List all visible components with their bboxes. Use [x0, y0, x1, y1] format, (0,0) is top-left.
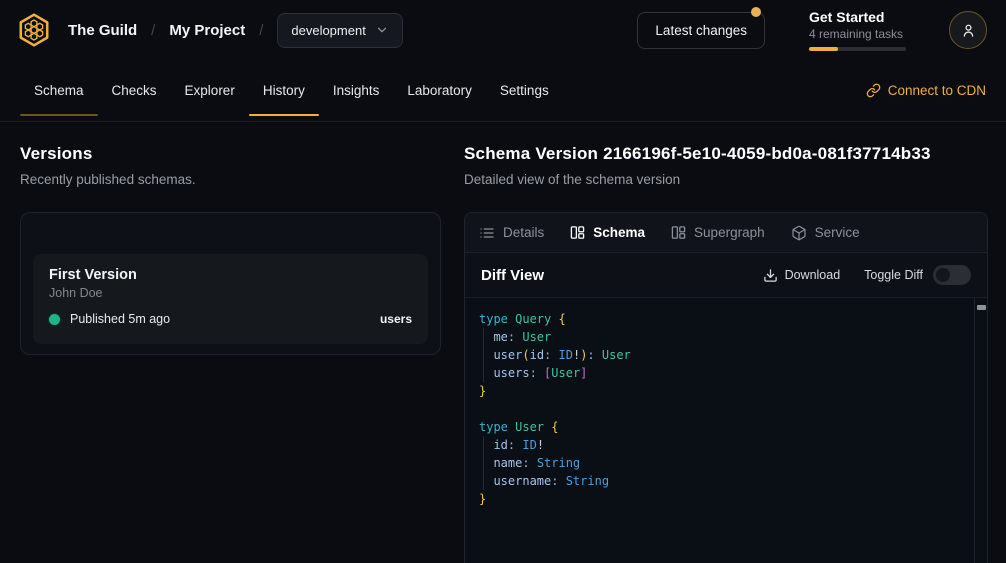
version-status: Published 5m ago — [70, 312, 170, 326]
versions-title: Versions — [20, 144, 464, 164]
version-detail-subtitle: Detailed view of the schema version — [464, 172, 988, 187]
columns-icon — [570, 225, 585, 240]
user-avatar-button[interactable] — [949, 11, 987, 49]
tab-underline — [171, 114, 249, 116]
list-icon — [479, 225, 495, 241]
nav-tab-history[interactable]: History — [249, 60, 319, 121]
latest-changes-button[interactable]: Latest changes — [637, 12, 765, 49]
code-line: type User { — [479, 418, 961, 436]
cube-icon — [791, 225, 807, 241]
header-actions: Latest changes Get Started 4 remaining t… — [637, 9, 987, 51]
versions-panel: Versions Recently published schemas. Fir… — [20, 144, 464, 563]
code-line — [479, 400, 961, 418]
breadcrumb-separator: / — [259, 22, 263, 39]
detail-tabs: Details Schema Supergraph — [465, 213, 987, 253]
detail-tab-details[interactable]: Details — [479, 225, 544, 241]
tab-underline — [486, 114, 563, 116]
scrollbar-thumb[interactable] — [977, 305, 986, 310]
breadcrumb: The Guild / My Project / — [68, 22, 263, 39]
tab-underline — [249, 114, 319, 116]
detail-tab-service[interactable]: Service — [791, 225, 860, 241]
tab-underline — [319, 114, 394, 116]
nav-tabs: Schema Checks Explorer History Insights … — [20, 60, 563, 121]
columns-icon — [671, 225, 686, 240]
code-line: me: User — [479, 328, 961, 346]
get-started-subtitle: 4 remaining tasks — [809, 27, 921, 41]
app-header: The Guild / My Project / development Lat… — [0, 0, 1006, 60]
download-icon — [763, 268, 778, 283]
version-detail-panel: Schema Version 2166196f-5e10-4059-bd0a-0… — [464, 144, 988, 563]
version-service-badge: users — [380, 312, 412, 326]
diff-view-toolbar: Diff View Download Toggle Diff — [465, 253, 987, 298]
nav-tab-insights[interactable]: Insights — [319, 60, 394, 121]
version-detail-title: Schema Version 2166196f-5e10-4059-bd0a-0… — [464, 144, 988, 164]
version-name: First Version — [49, 267, 412, 283]
versions-subtitle: Recently published schemas. — [20, 172, 464, 187]
chevron-down-icon — [375, 23, 389, 37]
nav-tab-laboratory[interactable]: Laboratory — [393, 60, 486, 121]
toggle-diff-switch[interactable] — [933, 265, 971, 285]
published-status-dot — [49, 314, 60, 325]
target-selector-value: development — [291, 23, 365, 38]
toggle-knob — [936, 268, 950, 282]
main-nav: Schema Checks Explorer History Insights … — [0, 60, 1006, 122]
tab-underline — [393, 114, 486, 116]
user-icon — [960, 22, 977, 39]
nav-tab-settings[interactable]: Settings — [486, 60, 563, 121]
code-line: name: String — [479, 454, 961, 472]
get-started-progress-fill — [809, 47, 838, 51]
nav-tab-schema[interactable]: Schema — [20, 60, 98, 121]
code-line: user(id: ID!): User — [479, 346, 961, 364]
download-button[interactable]: Download — [763, 268, 841, 283]
code-line: type Query { — [479, 310, 961, 328]
version-author: John Doe — [49, 286, 412, 300]
toggle-diff-label: Toggle Diff — [864, 268, 923, 282]
code-line: id: ID! — [479, 436, 961, 454]
tab-underline — [98, 114, 171, 116]
version-list-item[interactable]: First Version John Doe Published 5m ago … — [33, 254, 428, 344]
link-icon — [866, 83, 881, 98]
version-detail-card: Details Schema Supergraph — [464, 212, 988, 563]
main-content: Versions Recently published schemas. Fir… — [0, 122, 1006, 563]
get-started-widget[interactable]: Get Started 4 remaining tasks — [809, 9, 921, 51]
code-line: users: [User] — [479, 364, 961, 382]
nav-tab-checks[interactable]: Checks — [98, 60, 171, 121]
latest-changes-label: Latest changes — [655, 23, 747, 38]
hive-logo-icon[interactable] — [16, 12, 52, 48]
target-selector-dropdown[interactable]: development — [277, 13, 402, 48]
code-line: } — [479, 382, 961, 400]
code-line: username: String — [479, 472, 961, 490]
schema-code-viewer[interactable]: type Query { me: User user(id: ID!): Use… — [465, 298, 987, 563]
nav-tab-explorer[interactable]: Explorer — [171, 60, 249, 121]
code-block: type Query { me: User user(id: ID!): Use… — [479, 310, 961, 508]
versions-list-card: First Version John Doe Published 5m ago … — [20, 212, 441, 355]
get-started-title: Get Started — [809, 9, 921, 25]
breadcrumb-org[interactable]: The Guild — [68, 22, 137, 39]
breadcrumb-separator: / — [151, 22, 155, 39]
connect-to-cdn-link[interactable]: Connect to CDN — [866, 60, 986, 121]
detail-tab-schema[interactable]: Schema — [570, 225, 645, 240]
code-scrollbar[interactable] — [974, 298, 987, 563]
tab-underline — [20, 114, 98, 116]
notification-dot — [751, 7, 761, 17]
detail-tab-supergraph[interactable]: Supergraph — [671, 225, 765, 240]
code-line: } — [479, 490, 961, 508]
get-started-progress-bar — [809, 47, 906, 51]
diff-view-title: Diff View — [481, 267, 544, 284]
breadcrumb-project[interactable]: My Project — [169, 22, 245, 39]
